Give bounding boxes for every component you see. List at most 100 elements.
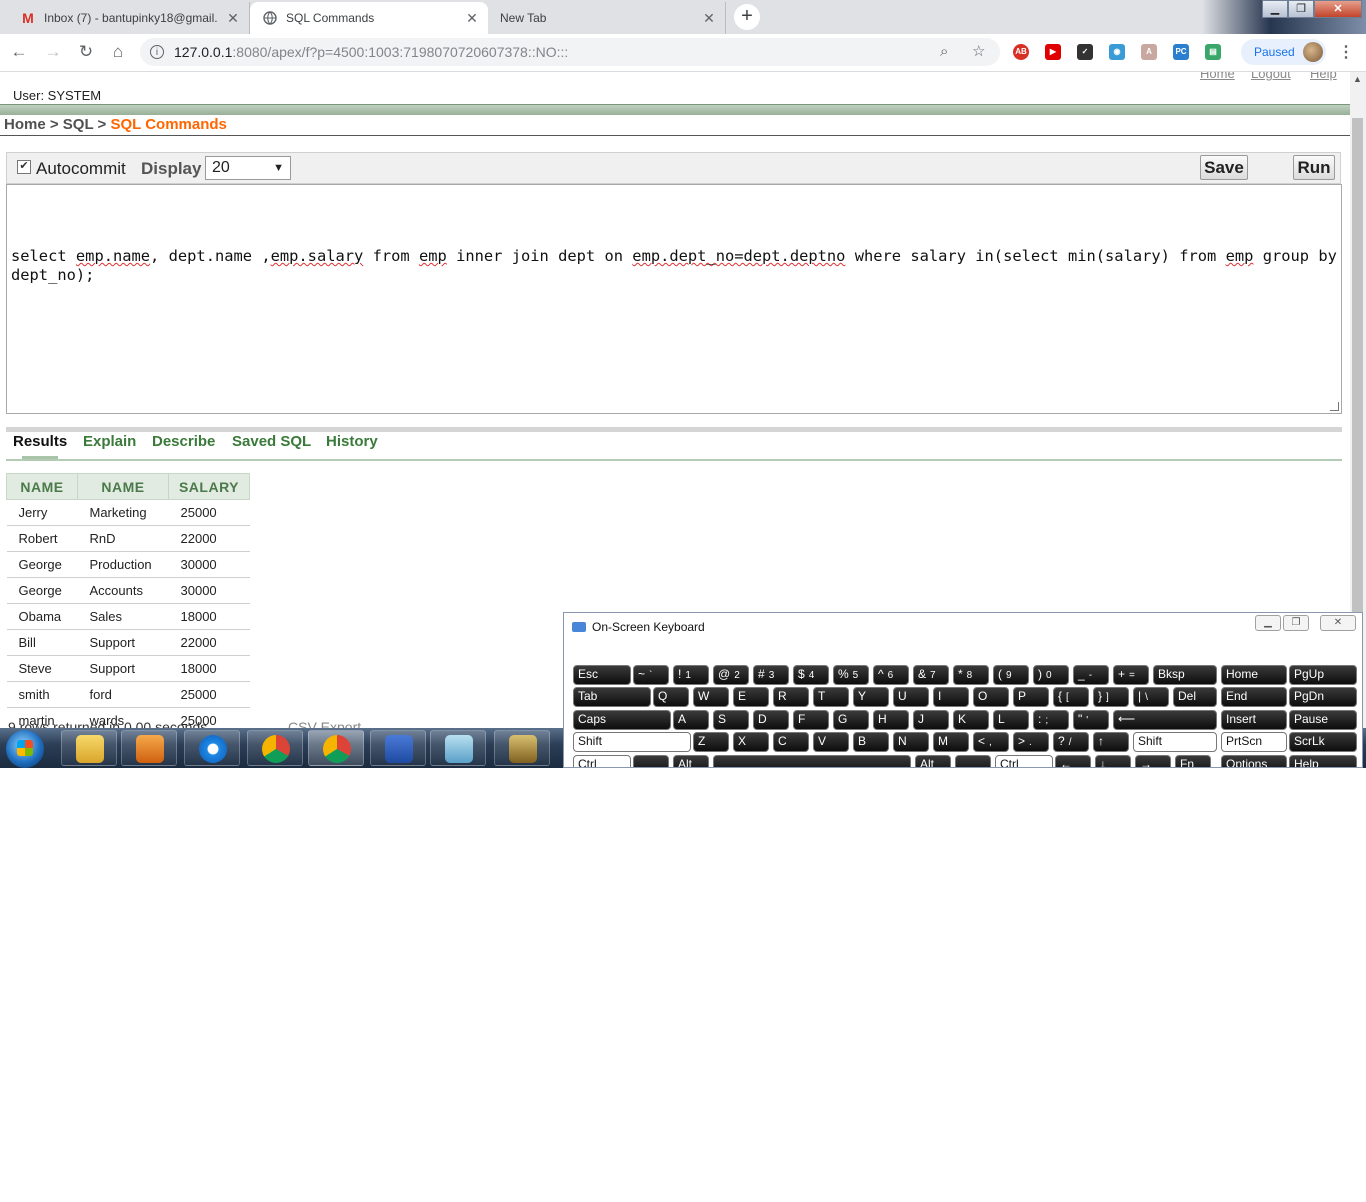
- key[interactable]: Del: [1173, 687, 1217, 707]
- key[interactable]: R: [773, 687, 809, 707]
- checklist-icon[interactable]: ✓: [1077, 44, 1093, 60]
- key[interactable]: % 5: [833, 665, 869, 685]
- maximize-button[interactable]: ❐: [1283, 615, 1309, 631]
- key[interactable]: (9: [993, 665, 1029, 685]
- taskbar-chrome-1[interactable]: [247, 730, 303, 766]
- key[interactable]: D: [753, 710, 789, 730]
- key[interactable]: Shift: [573, 732, 691, 752]
- key[interactable]: ⟵: [1113, 710, 1217, 730]
- key[interactable]: Pause: [1289, 710, 1357, 730]
- key[interactable]: ? /: [1053, 732, 1089, 752]
- key[interactable]: E: [733, 687, 769, 707]
- key[interactable]: P: [1013, 687, 1049, 707]
- key[interactable]: @2: [713, 665, 749, 685]
- tab-describe[interactable]: Describe: [152, 433, 215, 450]
- scroll-up-arrow-icon[interactable]: ▲: [1353, 74, 1362, 84]
- column-header[interactable]: SALARY: [168, 473, 250, 500]
- close-icon[interactable]: ✕: [699, 10, 719, 27]
- key[interactable]: ) 0: [1033, 665, 1069, 685]
- key[interactable]: ^ 6: [873, 665, 909, 685]
- key[interactable]: Ctrl: [573, 755, 631, 767]
- taskbar-explorer[interactable]: [61, 730, 117, 766]
- info-icon[interactable]: i: [150, 45, 164, 59]
- reload-button[interactable]: ↻: [75, 42, 97, 64]
- column-header[interactable]: NAME: [77, 473, 169, 500]
- key[interactable]: PgDn: [1289, 687, 1357, 707]
- key[interactable]: H: [873, 710, 909, 730]
- key[interactable]: PgUp: [1289, 665, 1357, 685]
- zoom-icon[interactable]: ⌕: [940, 38, 948, 66]
- column-header[interactable]: NAME: [6, 473, 78, 500]
- key[interactable]: V: [813, 732, 849, 752]
- key[interactable]: Bksp: [1153, 665, 1217, 685]
- sql-editor[interactable]: select emp.name, dept.name ,emp.salary f…: [6, 184, 1342, 414]
- key[interactable]: →: [1135, 755, 1171, 767]
- key[interactable]: ←: [1055, 755, 1091, 767]
- key[interactable]: Alt: [915, 755, 951, 767]
- key[interactable]: Z: [693, 732, 729, 752]
- key[interactable]: L: [993, 710, 1029, 730]
- window-close-button[interactable]: ✕: [1314, 0, 1362, 18]
- key[interactable]: Esc: [573, 665, 631, 685]
- key[interactable]: ↓: [1095, 755, 1131, 767]
- key[interactable]: End: [1221, 687, 1287, 707]
- tab-sql-commands[interactable]: SQL Commands ✕: [250, 2, 488, 34]
- key[interactable]: [633, 755, 669, 767]
- key[interactable]: U: [893, 687, 929, 707]
- key[interactable]: S: [713, 710, 749, 730]
- taskbar-chrome-2[interactable]: [308, 730, 364, 766]
- run-button[interactable]: Run: [1293, 155, 1335, 180]
- tab-history[interactable]: History: [326, 433, 378, 450]
- key[interactable]: I: [933, 687, 969, 707]
- breadcrumb-sql[interactable]: SQL: [63, 116, 94, 133]
- help-link[interactable]: Help: [1310, 72, 1337, 81]
- key[interactable]: + =: [1113, 665, 1149, 685]
- key[interactable]: | \: [1133, 687, 1169, 707]
- tab-new-tab[interactable]: New Tab ✕: [488, 2, 726, 34]
- key[interactable]: Shift: [1133, 732, 1217, 752]
- address-bar[interactable]: i 127.0.0.1:8080/apex/f?p=4500:1003:7198…: [140, 38, 1000, 66]
- new-tab-button[interactable]: +: [734, 4, 760, 30]
- home-link[interactable]: Home: [1200, 72, 1235, 81]
- display-select[interactable]: 20 ▼: [205, 156, 291, 180]
- key[interactable]: Help: [1289, 755, 1357, 767]
- adblock-icon[interactable]: AB: [1013, 44, 1029, 60]
- key[interactable]: X: [733, 732, 769, 752]
- key[interactable]: Alt: [673, 755, 709, 767]
- maximize-button[interactable]: ❐: [1288, 0, 1314, 18]
- taskbar-ie[interactable]: [184, 730, 240, 766]
- tab-gmail[interactable]: M Inbox (7) - bantupinky18@gmail. ✕: [8, 2, 250, 34]
- menu-icon[interactable]: ⋮: [1338, 42, 1354, 62]
- key[interactable]: #3: [753, 665, 789, 685]
- key[interactable]: <,: [973, 732, 1009, 752]
- taskbar-word[interactable]: [370, 730, 426, 766]
- key[interactable]: ↑: [1093, 732, 1129, 752]
- minimize-button[interactable]: ▁: [1255, 615, 1281, 631]
- start-button[interactable]: [6, 730, 44, 768]
- key[interactable]: & 7: [913, 665, 949, 685]
- key[interactable]: Fn: [1175, 755, 1211, 767]
- taskbar-media[interactable]: [121, 730, 177, 766]
- key[interactable]: PrtScn: [1221, 732, 1287, 752]
- autocommit-checkbox[interactable]: ✔: [17, 160, 31, 174]
- profile-paused-button[interactable]: Paused: [1241, 39, 1326, 65]
- sheet-icon[interactable]: ▤: [1205, 44, 1221, 60]
- key[interactable]: K: [953, 710, 989, 730]
- pc-icon[interactable]: PC: [1173, 44, 1189, 60]
- key[interactable]: T: [813, 687, 849, 707]
- key[interactable]: [955, 755, 991, 767]
- key[interactable]: W: [693, 687, 729, 707]
- key[interactable]: G: [833, 710, 869, 730]
- key[interactable]: Tab: [573, 687, 651, 707]
- logout-link[interactable]: Logout: [1251, 72, 1291, 81]
- youtube-icon[interactable]: ▶: [1045, 44, 1061, 60]
- forward-button[interactable]: →: [42, 42, 64, 64]
- bookmark-star-icon[interactable]: ☆: [972, 38, 985, 66]
- key[interactable]: Q: [653, 687, 689, 707]
- tab-saved-sql[interactable]: Saved SQL: [232, 433, 311, 450]
- close-icon[interactable]: ✕: [462, 10, 482, 27]
- key[interactable]: Home: [1221, 665, 1287, 685]
- key[interactable]: Y: [853, 687, 889, 707]
- key[interactable]: F: [793, 710, 829, 730]
- key[interactable]: _ -: [1073, 665, 1109, 685]
